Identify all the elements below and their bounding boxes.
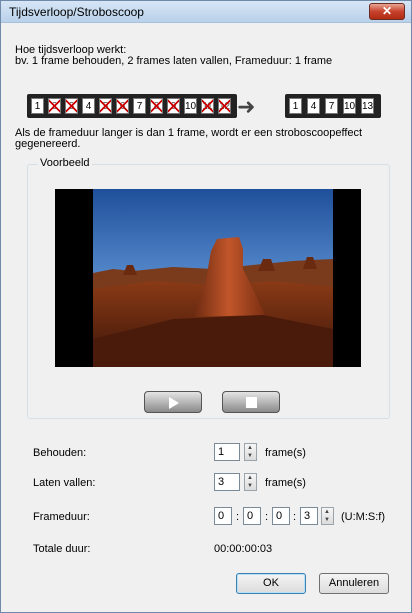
dropped-frame: 8 [150, 98, 163, 114]
duration-hours-field[interactable]: 0 [214, 507, 232, 525]
dropped-frame: 2 [48, 98, 61, 114]
keep-unit: frame(s) [265, 447, 306, 459]
drop-label: Laten vallen: [33, 477, 96, 489]
arrow-right-icon: ➜ [237, 94, 256, 119]
dropped-frame: 3 [65, 98, 78, 114]
kept-frame: 1 [31, 98, 44, 114]
duration-minutes-field[interactable]: 0 [243, 507, 261, 525]
keep-input[interactable]: 1 [214, 443, 240, 461]
duration-separator-2: : [265, 511, 269, 523]
keep-stepper[interactable] [244, 443, 257, 461]
drop-stepper[interactable] [244, 473, 257, 491]
preview-area [55, 189, 361, 367]
stop-icon [246, 397, 257, 408]
result-frame: 7 [325, 98, 338, 114]
duration-unit: (U:M:S:f) [341, 511, 385, 523]
result-frame: 10 [343, 98, 356, 114]
result-frame: 13 [361, 98, 374, 114]
kept-frame: 10 [184, 98, 197, 114]
kept-frame: 7 [133, 98, 146, 114]
dropped-frame: 5 [99, 98, 112, 114]
time-lapse-dialog: Tijdsverloop/Stroboscoop ✕ Hoe tijdsverl… [0, 0, 412, 613]
duration-seconds-field[interactable]: 0 [272, 507, 290, 525]
close-button[interactable]: ✕ [369, 3, 405, 20]
dropped-frame: 12 [218, 98, 231, 114]
stop-button[interactable] [222, 391, 280, 413]
total-duration-value: 00:00:00:03 [214, 543, 273, 555]
description-line-2: bv. 1 frame behouden, 2 frames laten val… [15, 55, 333, 67]
strobe-note: Als de frameduur langer is dan 1 frame, … [15, 127, 363, 150]
frames-after-strip: 1 4 7 10 13 [285, 94, 381, 118]
play-icon [169, 397, 179, 409]
drop-input[interactable]: 3 [214, 473, 240, 491]
play-button[interactable] [144, 391, 202, 413]
preview-group-label: Voorbeeld [38, 157, 92, 169]
dropped-frame: 11 [201, 98, 214, 114]
duration-stepper[interactable] [321, 507, 334, 525]
window-title: Tijdsverloop/Stroboscoop [9, 5, 144, 19]
preview-image [93, 189, 333, 367]
preview-group: Voorbeeld [27, 157, 390, 419]
keep-label: Behouden: [33, 447, 87, 459]
duration-separator-3: : [293, 511, 297, 523]
cancel-button[interactable]: Annuleren [319, 573, 389, 594]
description: Hoe tijdsverloop werkt: bv. 1 frame beho… [15, 45, 332, 67]
drop-unit: frame(s) [265, 477, 306, 489]
result-frame: 4 [307, 98, 320, 114]
ok-button[interactable]: OK [236, 573, 306, 594]
kept-frame: 4 [82, 98, 95, 114]
dropped-frame: 9 [167, 98, 180, 114]
dropped-frame: 6 [116, 98, 129, 114]
frames-before-strip: 1 2 3 4 5 6 7 8 9 10 11 12 [27, 94, 237, 118]
total-duration-label: Totale duur: [33, 543, 91, 555]
duration-separator-1: : [236, 511, 240, 523]
result-frame: 1 [289, 98, 302, 114]
title-bar: Tijdsverloop/Stroboscoop ✕ [1, 1, 411, 23]
duration-frames-field[interactable]: 3 [300, 507, 318, 525]
duration-label: Frameduur: [33, 511, 90, 523]
